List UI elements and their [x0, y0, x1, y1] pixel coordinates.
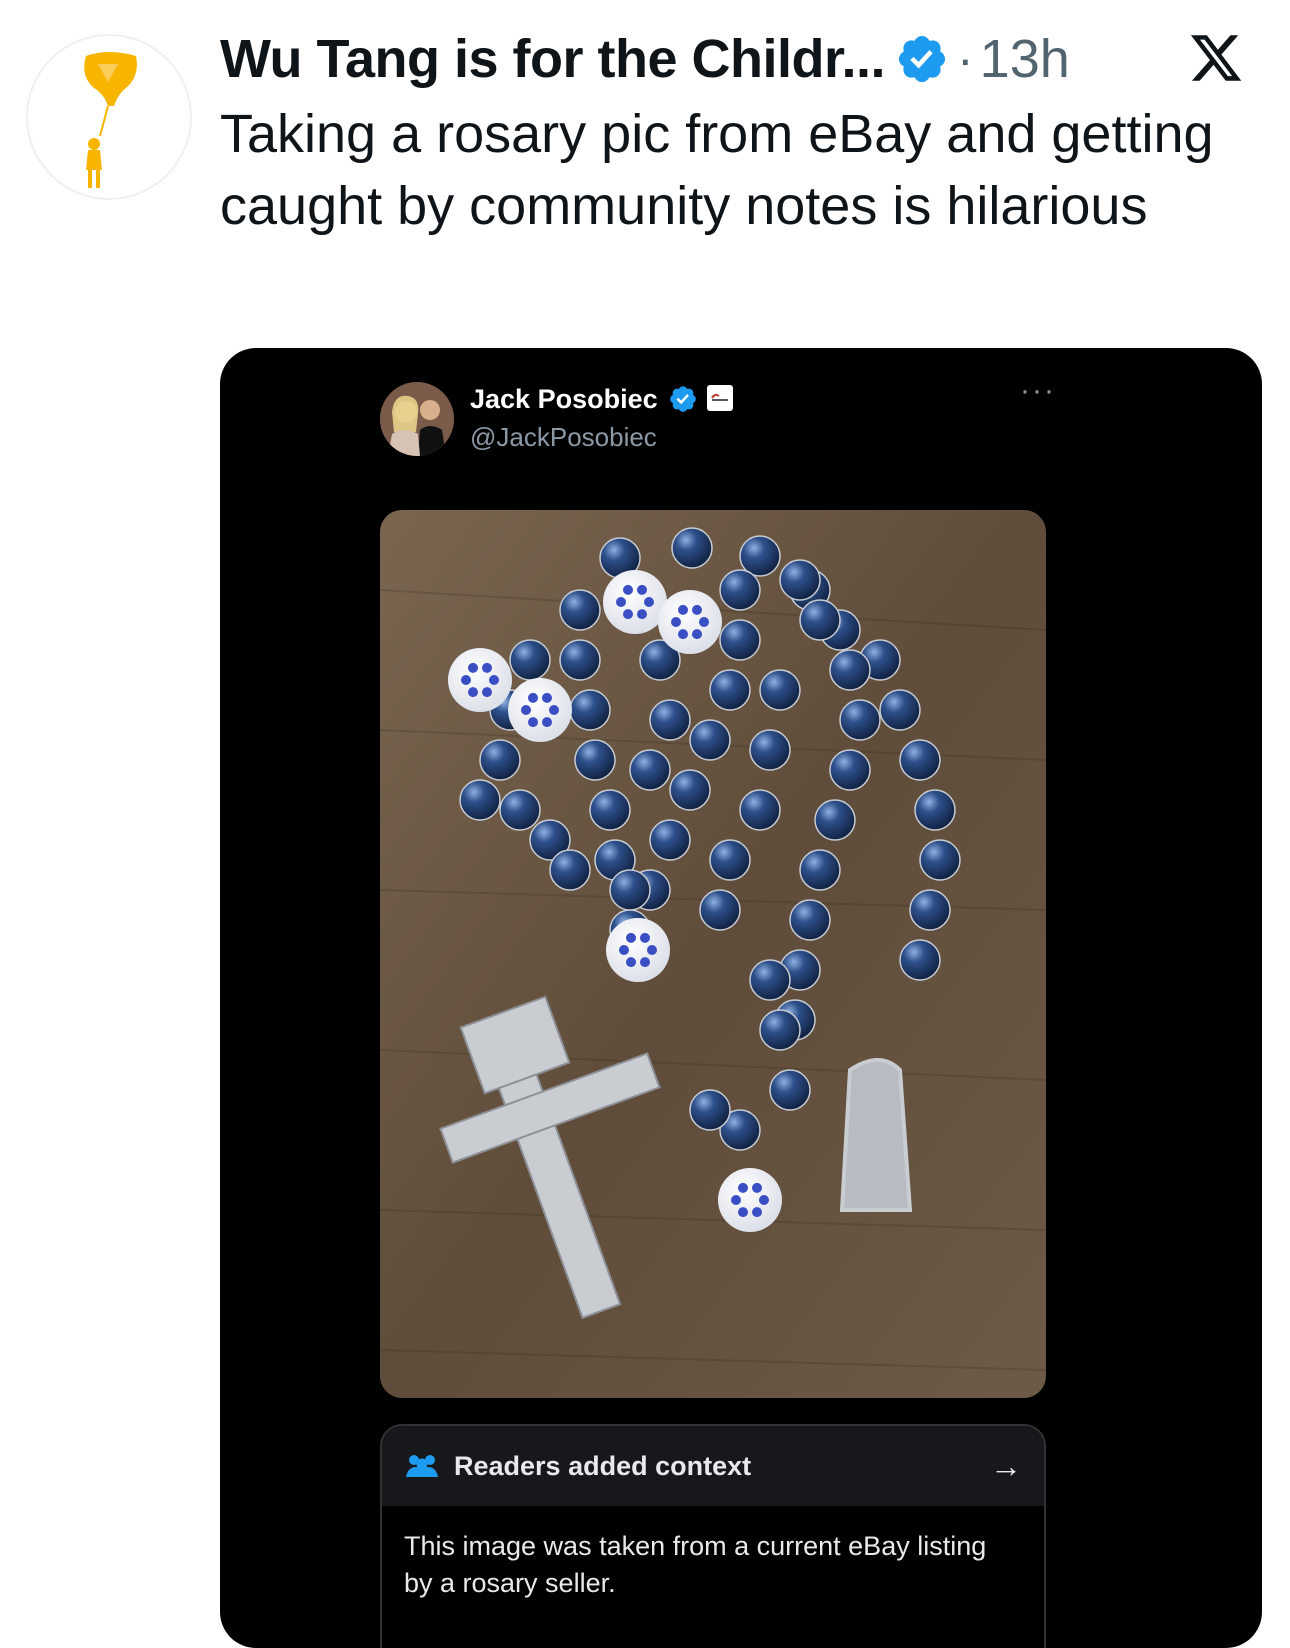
x-logo-icon[interactable] [1188, 30, 1244, 86]
quoted-author-name[interactable]: Jack Posobiec [470, 384, 658, 415]
community-note-body: This image was taken from a current eBay… [404, 1531, 987, 1598]
more-icon[interactable]: ··· [1020, 374, 1056, 408]
tweet-header: Wu Tang is for the Childr... · 13h [220, 24, 1260, 94]
timestamp[interactable]: 13h [980, 28, 1070, 90]
rosary-photo[interactable] [380, 510, 1046, 1398]
community-note-title: Readers added context [454, 1450, 752, 1481]
arrow-right-icon[interactable]: → [990, 1448, 1022, 1485]
verified-badge-icon [898, 35, 946, 83]
community-note[interactable]: Readers added context → This image was t… [380, 1424, 1046, 1648]
author-name[interactable]: Wu Tang is for the Childr... [220, 28, 886, 90]
community-note-header[interactable]: Readers added context → [382, 1426, 1044, 1506]
author-avatar[interactable] [26, 34, 192, 200]
affiliate-badge-icon [707, 385, 733, 411]
rosary-image [380, 510, 1046, 1398]
quoted-author-avatar [380, 382, 454, 456]
wu-tang-logo-icon [84, 52, 137, 188]
tweet-text: Taking a rosary pic from eBay and gettin… [220, 104, 1214, 236]
header-separator: · [957, 31, 974, 87]
people-icon [406, 1455, 438, 1477]
quoted-author-badges [668, 384, 734, 414]
quoted-author-handle: @JackPosobiec [470, 422, 657, 452]
attached-image[interactable]: Jack Posobiec @JackPosobiec ··· Readers … [220, 348, 1262, 1648]
verified-badge-icon [670, 386, 696, 412]
